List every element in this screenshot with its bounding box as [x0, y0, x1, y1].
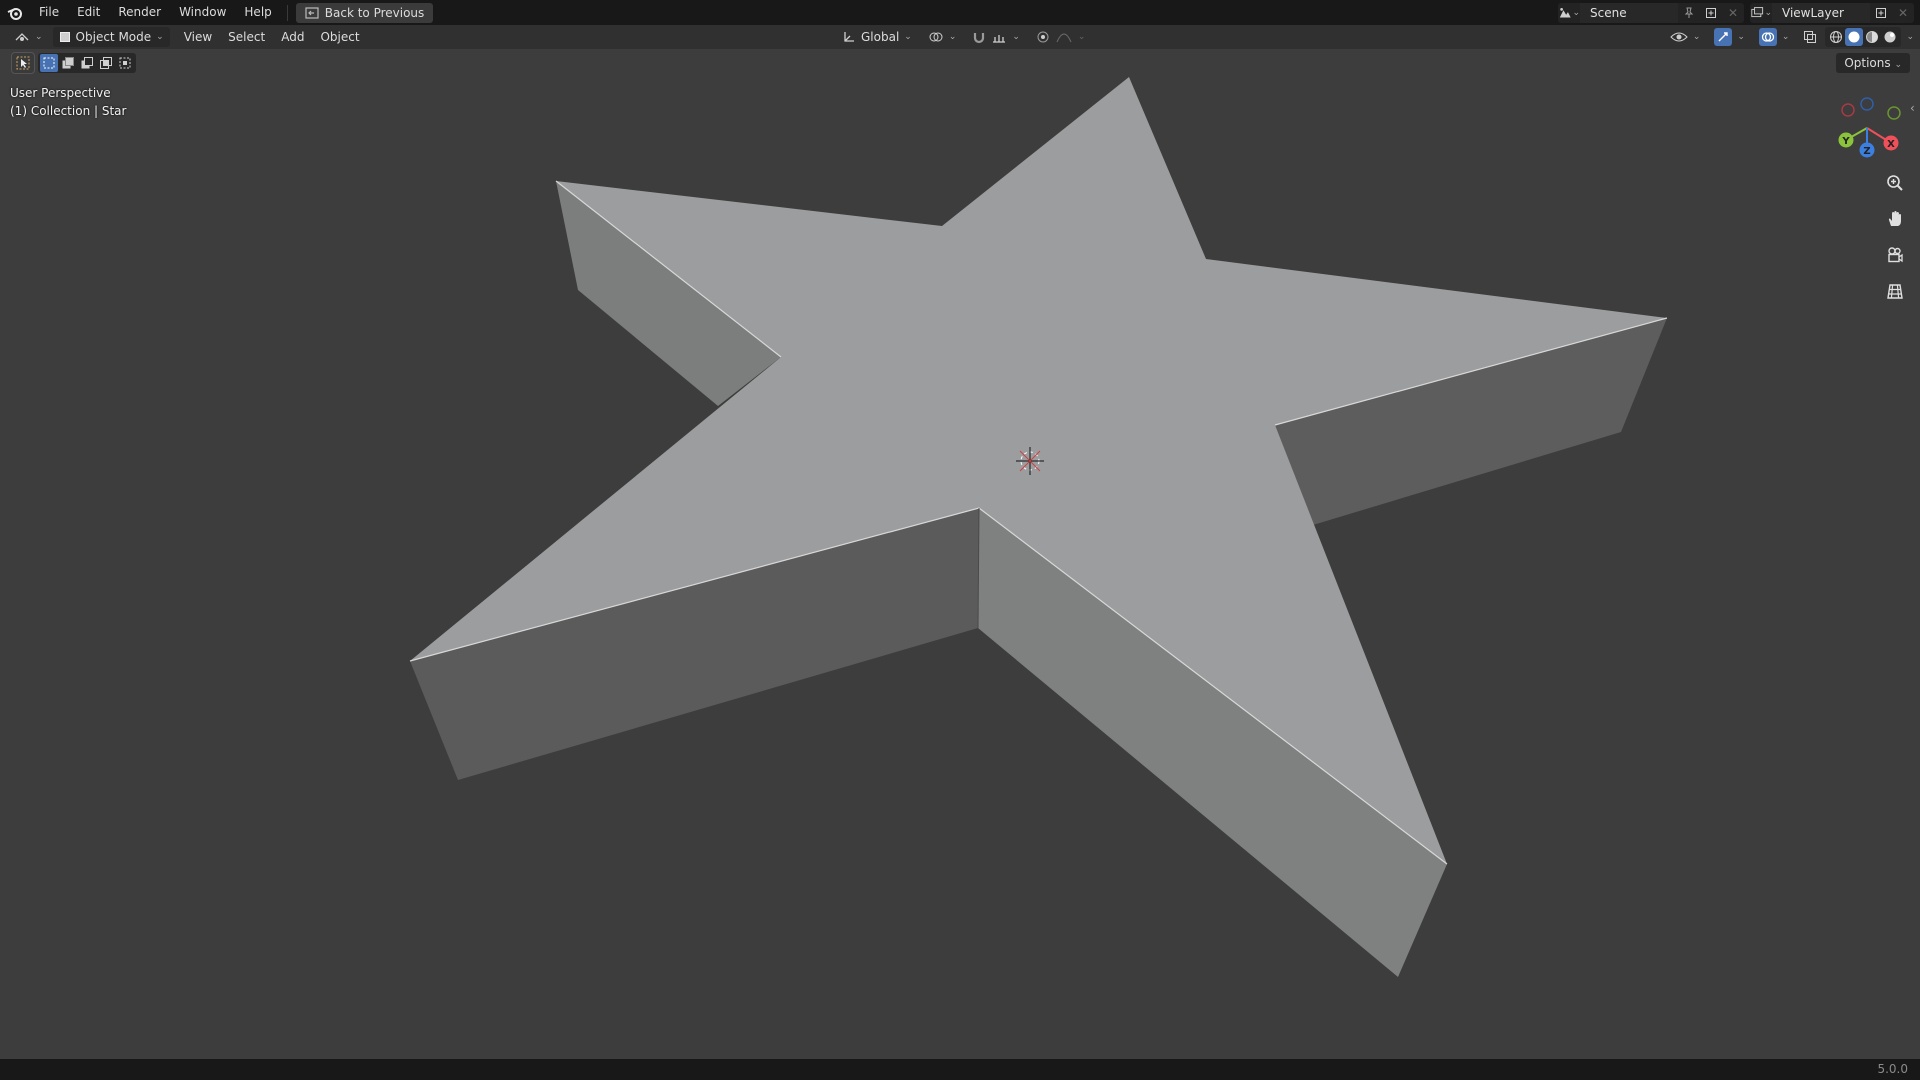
orientation-label: Global — [861, 30, 900, 44]
mode-dropdown[interactable]: Object Mode ⌄ — [52, 27, 170, 47]
top-bar: File Edit Render Window Help Back to Pre… — [0, 0, 1920, 25]
scene-selector[interactable]: ⌄ Scene ✕ — [1558, 2, 1744, 23]
wireframe-shading-icon[interactable] — [1827, 28, 1845, 46]
scene-icon[interactable]: ⌄ — [1558, 3, 1580, 23]
3d-viewport-icon — [15, 33, 29, 41]
gizmo-toggle[interactable]: ⌄ — [1708, 27, 1751, 47]
delete-scene-icon[interactable]: ✕ — [1722, 3, 1744, 23]
rendered-shading-icon[interactable] — [1881, 28, 1899, 46]
viewport-header: ⌄ Object Mode ⌄ View Select Add Object G… — [0, 25, 1920, 49]
camera-view-icon[interactable] — [1880, 240, 1910, 270]
menu-object[interactable]: Object — [314, 27, 365, 47]
pan-hand-icon[interactable] — [1880, 204, 1910, 234]
pivot-point-dropdown[interactable]: ⌄ — [922, 27, 963, 47]
eye-icon — [1670, 32, 1688, 42]
options-label: Options — [1844, 56, 1891, 70]
back-to-previous-button[interactable]: Back to Previous — [295, 2, 434, 23]
neg-z-axis-icon[interactable] — [1860, 97, 1874, 111]
xray-toggle[interactable] — [1797, 27, 1823, 47]
menu-add[interactable]: Add — [275, 27, 310, 47]
viewlayer-selector[interactable]: ⌄ ViewLayer ✕ — [1750, 2, 1914, 23]
back-icon — [305, 6, 319, 19]
menu-edit[interactable]: Edit — [68, 0, 109, 25]
star-object[interactable] — [409, 77, 1668, 977]
overlays-icon — [1758, 28, 1777, 46]
proportional-icon — [1037, 31, 1049, 43]
navigation-gizmo[interactable]: X Y Z — [1836, 88, 1912, 164]
solid-shading-icon[interactable] — [1845, 28, 1864, 46]
back-to-previous-label: Back to Previous — [324, 5, 425, 20]
snap-toggle[interactable]: ⌄ — [966, 27, 1026, 47]
mode-label: Object Mode — [75, 30, 152, 44]
z-axis-label: Z — [1863, 146, 1870, 157]
new-scene-icon[interactable] — [1700, 3, 1722, 23]
menu-select[interactable]: Select — [222, 27, 271, 47]
navigation-buttons — [1880, 168, 1910, 306]
select-new-icon[interactable] — [40, 54, 58, 72]
menu-help[interactable]: Help — [235, 0, 280, 25]
viewlayer-icon[interactable]: ⌄ — [1750, 3, 1772, 23]
version-label: 5.0.0 — [1877, 1062, 1908, 1076]
xray-icon — [1804, 31, 1817, 43]
magnet-icon — [974, 33, 985, 44]
overlays-toggle[interactable]: ⌄ — [1753, 27, 1796, 47]
pivot-icon — [929, 32, 943, 42]
neg-y-axis-icon[interactable] — [1887, 106, 1901, 120]
status-bar: 5.0.0 — [0, 1059, 1920, 1080]
viewport-canvas[interactable] — [0, 0, 1920, 1080]
editor-type-button[interactable]: ⌄ — [8, 27, 49, 47]
snap-increment-icon — [993, 35, 1006, 43]
menu-render[interactable]: Render — [109, 0, 170, 25]
sidebar-toggle-icon[interactable]: ‹ — [1910, 101, 1915, 115]
viewlayer-name-field[interactable]: ViewLayer — [1772, 2, 1870, 23]
zoom-icon[interactable] — [1880, 168, 1910, 198]
y-axis-label: Y — [1841, 136, 1850, 147]
new-viewlayer-icon[interactable] — [1870, 3, 1892, 23]
blender-logo-icon[interactable] — [0, 0, 30, 25]
shading-dropdown-icon[interactable]: ⌄ — [1906, 32, 1914, 42]
menu-file[interactable]: File — [30, 0, 68, 25]
view-name-label: User Perspective — [10, 86, 111, 100]
pin-icon[interactable] — [1678, 3, 1700, 23]
tool-settings-row — [11, 52, 136, 74]
menu-window[interactable]: Window — [170, 0, 235, 25]
scene-name-field[interactable]: Scene — [1580, 2, 1678, 23]
material-preview-icon[interactable] — [1863, 28, 1881, 46]
object-mode-icon — [59, 32, 70, 42]
falloff-icon — [1056, 33, 1072, 43]
shading-mode-group — [1825, 27, 1902, 47]
collection-info-label: (1) Collection | Star — [10, 104, 127, 118]
neg-x-axis-icon[interactable] — [1841, 103, 1855, 117]
select-tool-icon[interactable] — [11, 52, 35, 74]
orientation-icon — [844, 32, 854, 42]
x-axis-label: X — [1887, 139, 1895, 150]
proportional-editing-toggle[interactable]: ⌄ — [1030, 27, 1092, 47]
selection-mode-group — [38, 53, 136, 73]
delete-viewlayer-icon[interactable]: ✕ — [1892, 3, 1914, 23]
select-extend-icon[interactable] — [59, 54, 77, 72]
options-dropdown[interactable]: Options ⌄ — [1836, 53, 1910, 73]
gizmo-icon — [1714, 28, 1733, 46]
divider — [286, 4, 288, 21]
select-intersect-icon[interactable] — [116, 54, 134, 72]
transform-orientation-dropdown[interactable]: Global ⌄ — [836, 27, 918, 47]
select-invert-icon[interactable] — [97, 54, 115, 72]
select-subtract-icon[interactable] — [78, 54, 96, 72]
ortho-grid-icon[interactable] — [1880, 276, 1910, 306]
menu-view[interactable]: View — [178, 27, 218, 47]
visibility-dropdown[interactable]: ⌄ — [1664, 27, 1707, 47]
